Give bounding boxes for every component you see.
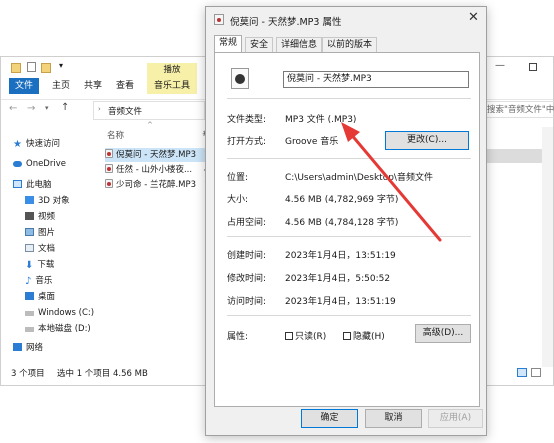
arrow-shaft — [348, 131, 442, 242]
annotation-arrow — [341, 122, 442, 242]
arrow-head — [341, 122, 360, 142]
